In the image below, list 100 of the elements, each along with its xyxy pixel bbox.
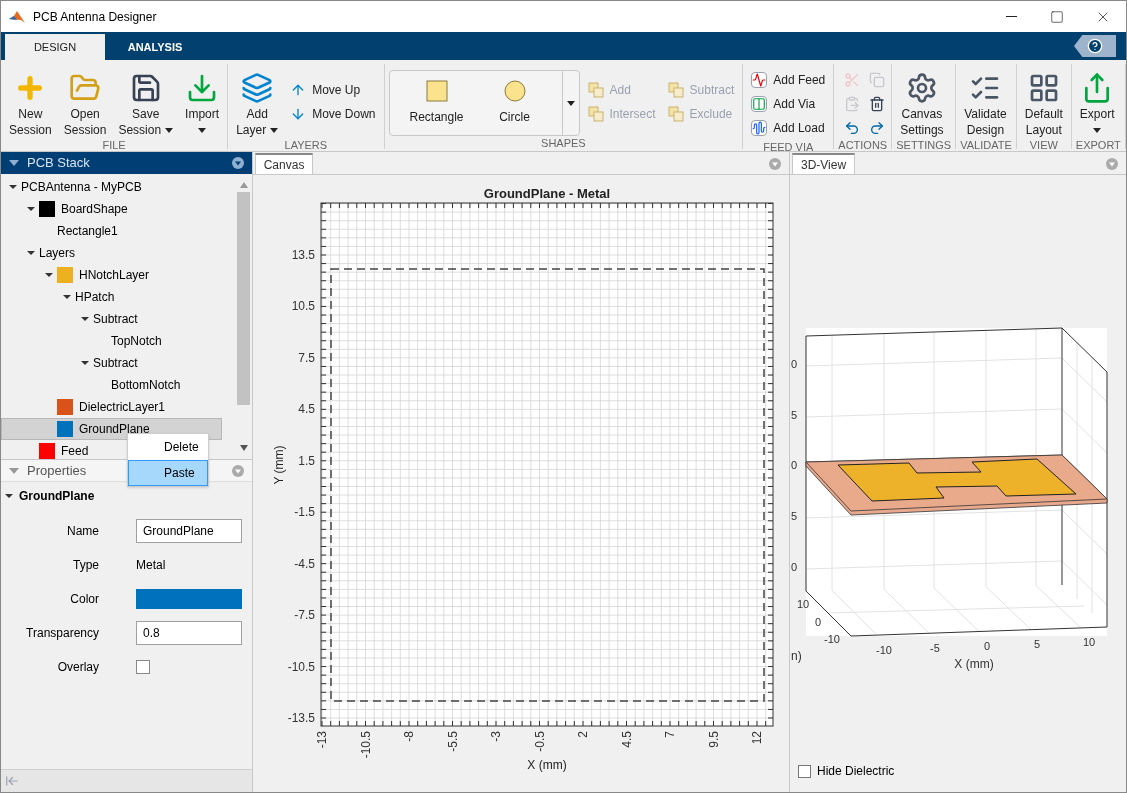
collapse-icon[interactable]: [9, 160, 19, 166]
panel-menu-icon[interactable]: [1106, 158, 1118, 170]
tree-item[interactable]: Feed: [1, 440, 94, 459]
ribbon-button[interactable]: Move Down: [286, 102, 380, 126]
expanded-caret-icon[interactable]: [81, 359, 89, 367]
panel-tab[interactable]: 3D-View: [792, 153, 856, 174]
tree-item[interactable]: HPatch: [1, 286, 120, 308]
ribbon-button[interactable]: Export: [1075, 66, 1119, 138]
group-label: VALIDATE: [960, 138, 1012, 153]
ribbon-button[interactable]: Default Layout: [1020, 66, 1067, 138]
expanded-caret-icon[interactable]: [5, 492, 13, 500]
ribbon-button[interactable]: Add Via: [747, 92, 830, 116]
ribbon-button[interactable]: Open Session: [59, 66, 111, 138]
expanded-caret-icon[interactable]: [27, 249, 35, 257]
tree-item[interactable]: Layers: [1, 242, 81, 264]
text-field[interactable]: 0.8: [136, 621, 242, 645]
checkbox[interactable]: [798, 764, 811, 778]
ribbon-button[interactable]: Validate Design: [960, 66, 1011, 138]
tick-label: 0: [791, 358, 798, 370]
expanded-caret-icon[interactable]: [81, 315, 89, 323]
zigzag-icon: [751, 120, 768, 136]
gallery-item[interactable]: Circle: [479, 80, 550, 126]
tree-item[interactable]: Subtract: [1, 352, 143, 374]
circle-icon: [503, 80, 526, 102]
tick-label: 0: [983, 640, 991, 652]
subtract-icon: [667, 82, 684, 98]
tick-label: 10: [796, 598, 810, 610]
group-label: LAYERS: [283, 138, 329, 153]
ribbon-button[interactable]: Save Session: [114, 66, 178, 138]
group-label: VIEW: [1028, 138, 1059, 153]
tick-label: -8: [401, 731, 416, 742]
tick-label: 13.5: [291, 248, 315, 262]
tick-label: 5: [1033, 638, 1041, 650]
property-label: Type: [72, 557, 99, 574]
gallery-item[interactable]: Rectangle: [401, 80, 472, 126]
text-field[interactable]: GroundPlane: [136, 519, 242, 543]
menu-item[interactable]: Paste: [128, 460, 208, 486]
ribbon-tab[interactable]: ANALYSIS: [105, 34, 205, 60]
tick-label: 7: [662, 731, 677, 738]
panel-title: Properties: [27, 461, 87, 480]
tick-label: 7.5: [298, 350, 315, 365]
ribbon-button[interactable]: Canvas Settings: [896, 66, 948, 138]
ribbon-button[interactable]: Add Feed: [747, 68, 830, 92]
collapse-icon[interactable]: [9, 467, 19, 474]
panel-menu-icon[interactable]: [231, 464, 244, 477]
axis-label: n): [791, 649, 802, 663]
ribbon-tab[interactable]: DESIGN: [5, 34, 105, 60]
tree-item[interactable]: DielectricLayer1: [1, 396, 171, 418]
expanded-caret-icon[interactable]: [9, 183, 17, 191]
ribbon-button[interactable]: Move Up: [286, 78, 380, 102]
group-label: ACTIONS: [838, 138, 888, 153]
expanded-caret-icon[interactable]: [27, 205, 35, 213]
expanded-caret-icon[interactable]: [63, 293, 71, 301]
panel-menu-icon[interactable]: [769, 158, 781, 170]
checkbox[interactable]: [136, 660, 150, 674]
layers-icon: [241, 72, 274, 104]
tree-item[interactable]: PCBAntenna - MyPCB: [1, 176, 147, 198]
tick-label: 4.5: [298, 402, 315, 417]
ribbon-button[interactable]: Import: [181, 66, 224, 138]
tick-label: -10.5: [287, 659, 315, 674]
tree-item[interactable]: BoardShape: [1, 198, 133, 220]
copy-icon: [868, 72, 885, 88]
tick-label: -1.5: [294, 505, 315, 520]
tree-item[interactable]: TopNotch: [1, 330, 167, 352]
help-icon: [1087, 38, 1103, 54]
tick-label: -5.5: [445, 731, 460, 752]
tick-label: 12: [749, 731, 764, 745]
union-icon: [587, 82, 604, 98]
scroll-up-icon[interactable]: [239, 182, 248, 188]
wave-icon: [751, 72, 768, 88]
plot-title: GroundPlane - Metal: [483, 186, 610, 201]
section-title: GroundPlane: [19, 488, 95, 505]
tree-item[interactable]: HNotchLayer: [1, 264, 155, 286]
tree-item[interactable]: Subtract: [1, 308, 143, 330]
expanded-caret-icon[interactable]: [45, 271, 53, 279]
tree-item[interactable]: GroundPlane: [1, 418, 222, 440]
tick-label: 9.5: [706, 731, 721, 748]
tick-label: -10: [824, 633, 840, 645]
help-button[interactable]: [1074, 35, 1116, 57]
scroll-down-icon[interactable]: [239, 445, 248, 451]
clipboard-icon: [844, 96, 861, 112]
panel-tab[interactable]: Canvas: [254, 153, 314, 174]
tick-label: -7.5: [294, 608, 315, 623]
tick-label: 4.5: [619, 731, 634, 748]
checkbox-label: Hide Dielectric: [817, 763, 895, 780]
ribbon-button[interactable]: Add Load: [747, 116, 830, 140]
property-label: Name: [66, 523, 99, 540]
tree-item[interactable]: Rectangle1: [1, 220, 123, 242]
property-label: Transparency: [25, 625, 99, 642]
group-label: SETTINGS: [896, 138, 952, 153]
color-swatch[interactable]: [136, 589, 242, 609]
ribbon-button[interactable]: New Session: [5, 66, 56, 138]
property-label: Color: [69, 591, 99, 608]
ribbon-button[interactable]: Add Layer: [232, 66, 283, 138]
redo-icon: [868, 120, 885, 136]
property-value: Metal: [136, 557, 166, 574]
tick-label: -4.5: [294, 556, 315, 571]
trash-icon: [868, 96, 885, 112]
panel-menu-icon[interactable]: [231, 157, 244, 169]
tree-item[interactable]: BottomNotch: [1, 374, 186, 396]
